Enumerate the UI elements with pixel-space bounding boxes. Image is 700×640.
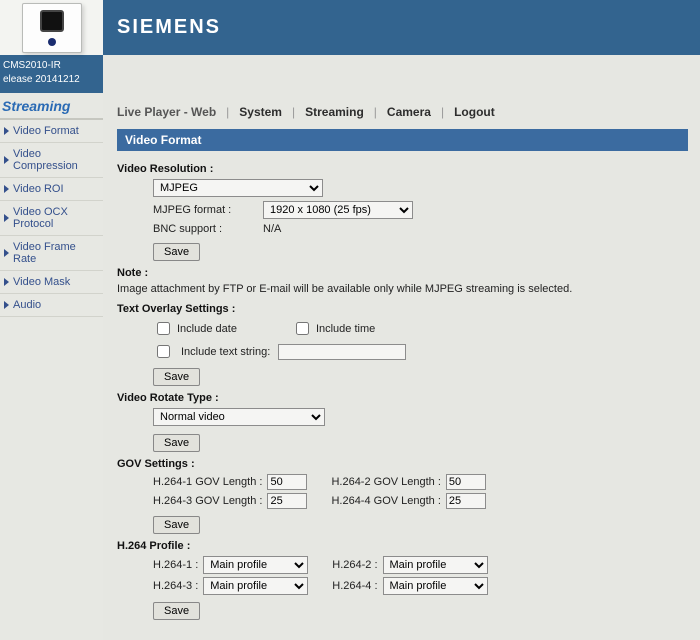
gov3-input[interactable] — [267, 493, 307, 509]
sidebar: Streaming Video Format Video Compression… — [0, 93, 103, 640]
profile2-select[interactable]: Main profile — [383, 556, 488, 574]
sidebar-item-video-mask[interactable]: Video Mask — [0, 271, 103, 294]
gov1-label: H.264-1 GOV Length : — [153, 476, 262, 488]
triangle-right-icon — [4, 214, 9, 222]
codec-select[interactable]: MJPEG — [153, 179, 323, 197]
sidebar-item-label: Video Mask — [13, 276, 70, 288]
camera-icon — [22, 3, 82, 53]
brand-logo: SIEMENS — [103, 0, 700, 55]
text-overlay-label: Text Overlay Settings : — [117, 303, 688, 315]
h264-profile-label: H.264 Profile : — [117, 540, 688, 552]
gov4-label: H.264-4 GOV Length : — [331, 495, 440, 507]
sidebar-item-label: Video ROI — [13, 183, 64, 195]
sidebar-item-audio[interactable]: Audio — [0, 294, 103, 317]
nav-system[interactable]: System — [239, 105, 282, 119]
profile3-select[interactable]: Main profile — [203, 577, 308, 595]
device-model: CMS2010-IR — [3, 59, 98, 73]
profile1-select[interactable]: Main profile — [203, 556, 308, 574]
note-label: Note : — [117, 267, 688, 279]
sidebar-item-video-format[interactable]: Video Format — [0, 120, 103, 143]
include-text-label: Include text string: — [181, 346, 270, 358]
save-resolution-button[interactable]: Save — [153, 243, 200, 261]
include-time-label: Include time — [316, 323, 375, 335]
profile3-label: H.264-3 : — [153, 580, 198, 592]
profile1-label: H.264-1 : — [153, 559, 198, 571]
triangle-right-icon — [4, 156, 9, 164]
sidebar-item-label: Video Frame Rate — [13, 241, 100, 265]
gov-settings-label: GOV Settings : — [117, 458, 688, 470]
gov1-input[interactable] — [267, 474, 307, 490]
profile4-select[interactable]: Main profile — [383, 577, 488, 595]
save-rotate-button[interactable]: Save — [153, 434, 200, 452]
device-info-strip: CMS2010-IR elease 20141212 — [0, 55, 700, 93]
nav-separator: | — [282, 105, 305, 119]
device-thumbnail-cell — [0, 0, 103, 55]
sidebar-item-label: Video OCX Protocol — [13, 206, 100, 230]
save-gov-button[interactable]: Save — [153, 516, 200, 534]
nav-live-player[interactable]: Live Player - Web — [117, 105, 216, 119]
mjpeg-format-select[interactable]: 1920 x 1080 (25 fps) — [263, 201, 413, 219]
top-nav: Live Player - Web | System | Streaming |… — [117, 99, 688, 129]
gov4-input[interactable] — [446, 493, 486, 509]
rotate-type-select[interactable]: Normal video — [153, 408, 325, 426]
triangle-right-icon — [4, 127, 9, 135]
gov3-label: H.264-3 GOV Length : — [153, 495, 262, 507]
sidebar-item-label: Video Format — [13, 125, 79, 137]
nav-camera[interactable]: Camera — [387, 105, 431, 119]
device-release: elease 20141212 — [3, 73, 98, 87]
save-profile-button[interactable]: Save — [153, 602, 200, 620]
gov2-label: H.264-2 GOV Length : — [331, 476, 440, 488]
bnc-support-value: N/A — [263, 223, 281, 235]
triangle-right-icon — [4, 278, 9, 286]
include-date-checkbox[interactable] — [157, 322, 170, 335]
sidebar-item-video-frame-rate[interactable]: Video Frame Rate — [0, 236, 103, 271]
sidebar-item-video-roi[interactable]: Video ROI — [0, 178, 103, 201]
triangle-right-icon — [4, 301, 9, 309]
video-rotate-label: Video Rotate Type : — [117, 392, 688, 404]
video-resolution-label: Video Resolution : — [117, 163, 688, 175]
triangle-right-icon — [4, 185, 9, 193]
text-string-input[interactable] — [278, 344, 406, 360]
section-header: Video Format — [117, 129, 688, 151]
gov2-input[interactable] — [446, 474, 486, 490]
include-text-checkbox[interactable] — [157, 345, 170, 358]
profile2-label: H.264-2 : — [332, 559, 377, 571]
bnc-support-label: BNC support : — [153, 223, 263, 235]
save-overlay-button[interactable]: Save — [153, 368, 200, 386]
nav-logout[interactable]: Logout — [454, 105, 495, 119]
brand-bar: SIEMENS — [0, 0, 700, 55]
profile4-label: H.264-4 : — [332, 580, 377, 592]
sidebar-title: Streaming — [0, 95, 103, 120]
sidebar-item-video-ocx-protocol[interactable]: Video OCX Protocol — [0, 201, 103, 236]
nav-separator: | — [364, 105, 387, 119]
sidebar-item-label: Video Compression — [13, 148, 100, 172]
note-text: Image attachment by FTP or E-mail will b… — [117, 283, 688, 295]
nav-separator: | — [216, 105, 239, 119]
sidebar-item-label: Audio — [13, 299, 41, 311]
nav-separator: | — [431, 105, 454, 119]
mjpeg-format-label: MJPEG format : — [153, 204, 263, 216]
sidebar-item-video-compression[interactable]: Video Compression — [0, 143, 103, 178]
include-time-checkbox[interactable] — [296, 322, 309, 335]
nav-streaming[interactable]: Streaming — [305, 105, 364, 119]
include-date-label: Include date — [177, 323, 237, 335]
triangle-right-icon — [4, 249, 9, 257]
content-area: Live Player - Web | System | Streaming |… — [103, 93, 700, 640]
